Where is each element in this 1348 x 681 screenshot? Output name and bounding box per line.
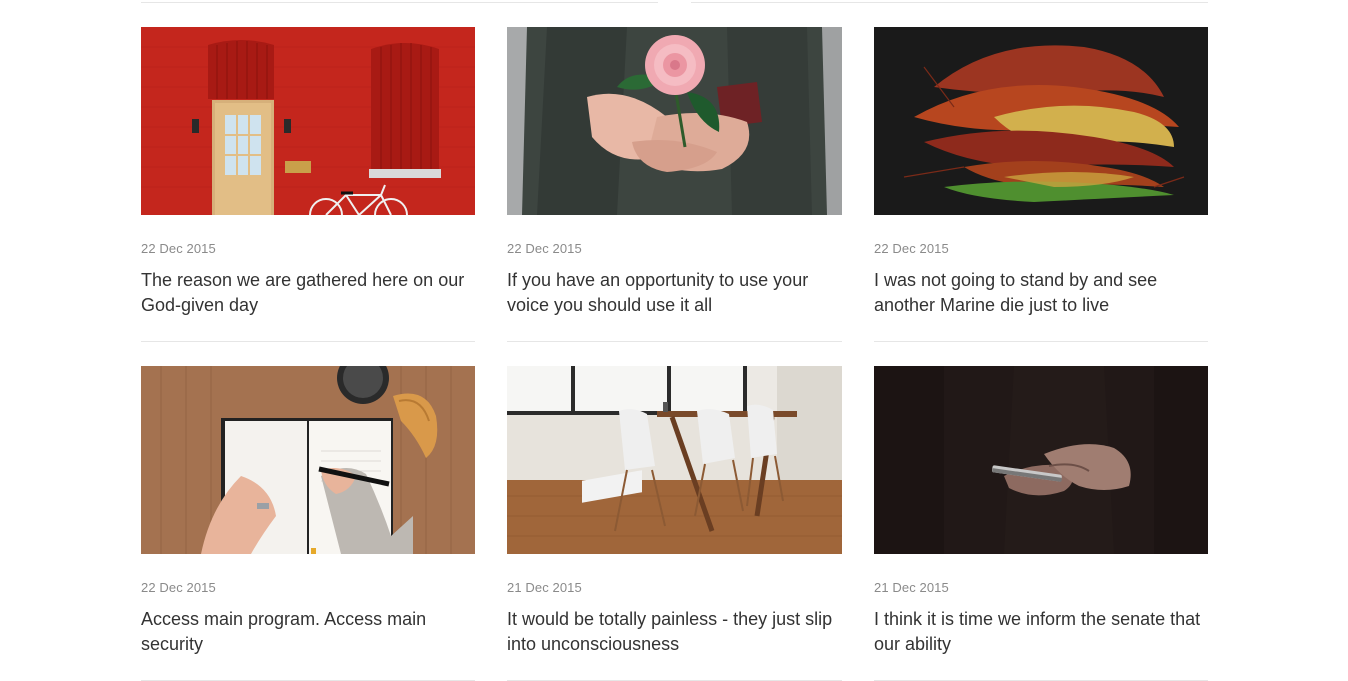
- post-title[interactable]: The reason we are gathered here on our G…: [141, 268, 475, 318]
- dark-phone-hands-image: [874, 366, 1208, 554]
- post-thumbnail[interactable]: [874, 366, 1208, 554]
- post-thumbnail[interactable]: [507, 27, 842, 215]
- post-title[interactable]: If you have an opportunity to use your v…: [507, 268, 842, 318]
- top-separator-left: [141, 2, 658, 3]
- post-thumbnail[interactable]: [141, 366, 475, 554]
- post-card[interactable]: 21 Dec 2015 I think it is time we inform…: [874, 366, 1208, 681]
- card-divider: [874, 341, 1208, 342]
- post-date: 21 Dec 2015: [507, 580, 582, 595]
- post-card[interactable]: 22 Dec 2015 The reason we are gathered h…: [141, 27, 475, 342]
- post-date: 22 Dec 2015: [141, 580, 216, 595]
- post-card[interactable]: 22 Dec 2015 Access main program. Access …: [141, 366, 475, 681]
- red-brick-house-image: [141, 27, 475, 215]
- post-title[interactable]: I was not going to stand by and see anot…: [874, 268, 1208, 318]
- post-title[interactable]: It would be totally painless - they just…: [507, 607, 842, 657]
- post-title[interactable]: I think it is time we inform the senate …: [874, 607, 1208, 657]
- post-date: 22 Dec 2015: [874, 241, 949, 256]
- post-card[interactable]: 21 Dec 2015 It would be totally painless…: [507, 366, 842, 681]
- post-date: 22 Dec 2015: [507, 241, 582, 256]
- notebook-writing-image: [141, 366, 475, 554]
- card-divider: [507, 341, 842, 342]
- card-divider: [141, 341, 475, 342]
- post-thumbnail[interactable]: [141, 27, 475, 215]
- post-grid: 22 Dec 2015 The reason we are gathered h…: [141, 27, 1209, 681]
- post-date: 21 Dec 2015: [874, 580, 949, 595]
- autumn-leaves-image: [874, 27, 1208, 215]
- post-title[interactable]: Access main program. Access main securit…: [141, 607, 475, 657]
- post-date: 22 Dec 2015: [141, 241, 216, 256]
- hands-flower-image: [507, 27, 842, 215]
- post-card[interactable]: 22 Dec 2015 If you have an opportunity t…: [507, 27, 842, 342]
- top-separators: [0, 2, 1348, 3]
- dining-room-image: [507, 366, 842, 554]
- post-thumbnail[interactable]: [874, 27, 1208, 215]
- post-thumbnail[interactable]: [507, 366, 842, 554]
- post-card[interactable]: 22 Dec 2015 I was not going to stand by …: [874, 27, 1208, 342]
- top-separator-right: [691, 2, 1208, 3]
